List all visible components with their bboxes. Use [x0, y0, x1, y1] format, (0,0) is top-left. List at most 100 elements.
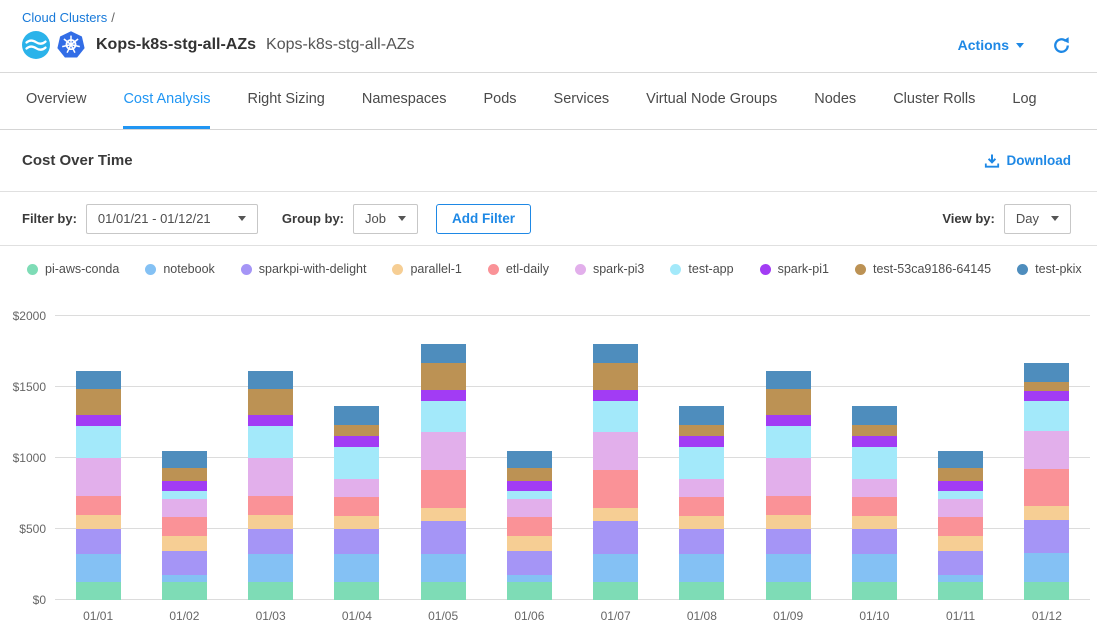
bar-segment-pi-aws-conda[interactable] — [852, 582, 897, 600]
bar-segment-pi-aws-conda[interactable] — [248, 582, 293, 600]
bar-segment-test-app[interactable] — [76, 426, 121, 458]
bar-segment-spark-pi1[interactable] — [162, 481, 207, 492]
bar-segment-test-53ca9186-64145[interactable] — [421, 363, 466, 390]
breadcrumb-link-cloud-clusters[interactable]: Cloud Clusters — [22, 10, 107, 25]
bar-segment-test-pkix[interactable] — [162, 451, 207, 468]
bar-segment-spark-pi3[interactable] — [679, 479, 724, 497]
bar-segment-etl-daily[interactable] — [507, 517, 552, 536]
bar-segment-etl-daily[interactable] — [421, 470, 466, 508]
bar-segment-etl-daily[interactable] — [1024, 469, 1069, 506]
bar-segment-test-53ca9186-64145[interactable] — [593, 363, 638, 390]
legend-item-parallel-1[interactable]: parallel-1 — [392, 262, 461, 276]
bar-segment-test-pkix[interactable] — [852, 406, 897, 425]
bar-segment-test-app[interactable] — [162, 491, 207, 499]
bar-segment-parallel-1[interactable] — [852, 516, 897, 529]
bar-segment-test-pkix[interactable] — [76, 371, 121, 388]
bar-segment-notebook[interactable] — [76, 554, 121, 582]
bar-segment-pi-aws-conda[interactable] — [162, 582, 207, 600]
add-filter-button[interactable]: Add Filter — [436, 204, 531, 234]
tab-pods[interactable]: Pods — [483, 73, 516, 129]
bar-segment-parallel-1[interactable] — [162, 536, 207, 551]
bar-segment-spark-pi3[interactable] — [593, 432, 638, 470]
stacked-bar-01-10[interactable] — [852, 406, 897, 600]
tab-nodes[interactable]: Nodes — [814, 73, 856, 129]
bar-segment-notebook[interactable] — [334, 554, 379, 582]
legend-item-test-pkix[interactable]: test-pkix — [1017, 262, 1082, 276]
tab-cost-analysis[interactable]: Cost Analysis — [123, 73, 210, 129]
bar-segment-sparkpi-with-delight[interactable] — [507, 551, 552, 575]
bar-segment-test-app[interactable] — [593, 401, 638, 432]
bar-segment-parallel-1[interactable] — [76, 515, 121, 529]
stacked-bar-01-04[interactable] — [334, 406, 379, 600]
bar-segment-sparkpi-with-delight[interactable] — [593, 521, 638, 554]
bar-segment-notebook[interactable] — [593, 554, 638, 582]
bar-segment-test-53ca9186-64145[interactable] — [507, 468, 552, 481]
actions-button[interactable]: Actions — [958, 37, 1024, 53]
bar-segment-sparkpi-with-delight[interactable] — [421, 521, 466, 554]
bar-segment-test-53ca9186-64145[interactable] — [334, 425, 379, 436]
bar-segment-sparkpi-with-delight[interactable] — [938, 551, 983, 575]
bar-segment-test-app[interactable] — [679, 447, 724, 480]
tab-services[interactable]: Services — [554, 73, 610, 129]
bar-segment-spark-pi3[interactable] — [421, 432, 466, 470]
view-by-select[interactable]: Day — [1004, 204, 1071, 234]
stacked-bar-01-07[interactable] — [593, 344, 638, 600]
legend-item-sparkpi-with-delight[interactable]: sparkpi-with-delight — [241, 262, 367, 276]
bar-segment-test-pkix[interactable] — [938, 451, 983, 468]
bar-segment-sparkpi-with-delight[interactable] — [679, 529, 724, 554]
stacked-bar-01-08[interactable] — [679, 406, 724, 600]
bar-segment-spark-pi3[interactable] — [507, 499, 552, 517]
stacked-bar-01-06[interactable] — [507, 451, 552, 600]
bar-segment-etl-daily[interactable] — [679, 497, 724, 515]
legend-item-pi-aws-conda[interactable]: pi-aws-conda — [27, 262, 119, 276]
bar-segment-test-pkix[interactable] — [248, 371, 293, 388]
bar-segment-notebook[interactable] — [507, 575, 552, 582]
bar-segment-etl-daily[interactable] — [76, 496, 121, 514]
legend-item-notebook[interactable]: notebook — [145, 262, 214, 276]
bar-segment-test-pkix[interactable] — [593, 344, 638, 362]
tab-log[interactable]: Log — [1012, 73, 1036, 129]
date-range-select[interactable]: 01/01/21 - 01/12/21 — [86, 204, 258, 234]
bar-segment-spark-pi1[interactable] — [421, 390, 466, 401]
tab-virtual-node-groups[interactable]: Virtual Node Groups — [646, 73, 777, 129]
stacked-bar-01-09[interactable] — [766, 371, 811, 600]
bar-segment-etl-daily[interactable] — [248, 496, 293, 514]
bar-segment-test-app[interactable] — [421, 401, 466, 432]
bar-segment-parallel-1[interactable] — [766, 515, 811, 529]
bar-segment-spark-pi1[interactable] — [938, 481, 983, 492]
bar-segment-parallel-1[interactable] — [421, 508, 466, 521]
bar-segment-sparkpi-with-delight[interactable] — [766, 529, 811, 554]
bar-segment-notebook[interactable] — [162, 575, 207, 582]
stacked-bar-01-11[interactable] — [938, 451, 983, 600]
bar-segment-pi-aws-conda[interactable] — [507, 582, 552, 600]
bar-segment-test-app[interactable] — [507, 491, 552, 499]
bar-segment-parallel-1[interactable] — [679, 516, 724, 529]
bar-segment-notebook[interactable] — [852, 554, 897, 582]
bar-segment-notebook[interactable] — [248, 554, 293, 582]
stacked-bar-01-05[interactable] — [421, 344, 466, 600]
bar-segment-parallel-1[interactable] — [507, 536, 552, 551]
bar-segment-pi-aws-conda[interactable] — [1024, 582, 1069, 600]
bar-segment-pi-aws-conda[interactable] — [334, 582, 379, 600]
bar-segment-spark-pi3[interactable] — [938, 499, 983, 517]
bar-segment-parallel-1[interactable] — [1024, 506, 1069, 521]
bar-segment-notebook[interactable] — [766, 554, 811, 582]
tab-namespaces[interactable]: Namespaces — [362, 73, 447, 129]
bar-segment-sparkpi-with-delight[interactable] — [852, 529, 897, 554]
bar-segment-parallel-1[interactable] — [938, 536, 983, 551]
bar-segment-test-pkix[interactable] — [334, 406, 379, 425]
bar-segment-test-app[interactable] — [334, 447, 379, 480]
legend-item-test-53ca9186-64145[interactable]: test-53ca9186-64145 — [855, 262, 991, 276]
bar-segment-test-53ca9186-64145[interactable] — [1024, 382, 1069, 391]
bar-segment-test-pkix[interactable] — [507, 451, 552, 468]
bar-segment-spark-pi3[interactable] — [766, 458, 811, 496]
bar-segment-notebook[interactable] — [421, 554, 466, 582]
bar-segment-notebook[interactable] — [679, 554, 724, 582]
bar-segment-test-53ca9186-64145[interactable] — [248, 389, 293, 416]
bar-segment-test-53ca9186-64145[interactable] — [76, 389, 121, 416]
bar-segment-test-pkix[interactable] — [766, 371, 811, 388]
bar-segment-spark-pi3[interactable] — [248, 458, 293, 496]
bar-segment-pi-aws-conda[interactable] — [938, 582, 983, 600]
bar-segment-parallel-1[interactable] — [248, 515, 293, 529]
bar-segment-spark-pi1[interactable] — [766, 415, 811, 426]
